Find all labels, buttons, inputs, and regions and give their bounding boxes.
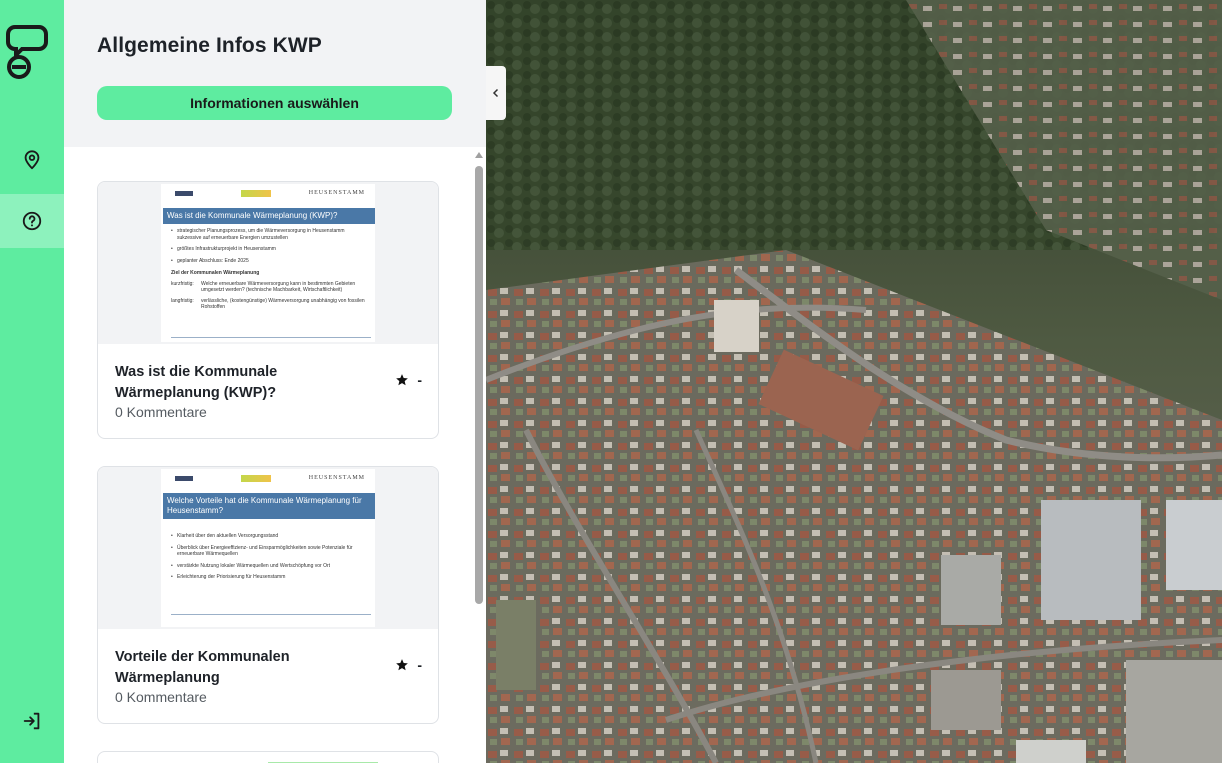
- sidebar-item-info[interactable]: [0, 194, 64, 248]
- scroll-up-arrow-icon[interactable]: [475, 152, 483, 158]
- rating-value: -: [417, 657, 422, 673]
- question-circle-icon: [22, 211, 42, 231]
- collapse-panel-button[interactable]: [486, 66, 506, 120]
- slide-header: Welche Vorteile hat die Kommunale Wärmep…: [163, 493, 375, 519]
- card-thumbnail: HEUSENSTAMM Was ist die Kommunale Wärmep…: [98, 182, 438, 344]
- sidebar-item-location[interactable]: [0, 133, 64, 187]
- sidebar-rail: [0, 0, 64, 763]
- page-title: Allgemeine Infos KWP: [97, 34, 322, 57]
- info-panel: Allgemeine Infos KWP Informationen auswä…: [64, 0, 486, 763]
- location-pin-icon: [24, 150, 40, 170]
- slide-preview: HEUSENSTAMM Was ist die Kommunale Wärmep…: [161, 184, 375, 342]
- sidebar-item-login[interactable]: [0, 694, 64, 748]
- card-title: Vorteile der Kommunalen Wärmeplanung: [115, 649, 290, 686]
- info-card[interactable]: [97, 751, 439, 763]
- comment-count: 0 Kommentare: [115, 689, 207, 705]
- chevron-left-icon: [492, 88, 499, 98]
- slide-header: Was ist die Kommunale Wärmeplanung (KWP)…: [163, 208, 375, 224]
- select-information-button[interactable]: Informationen auswählen: [97, 86, 452, 120]
- slide-preview: HEUSENSTAMM Welche Vorteile hat die Komm…: [161, 469, 375, 627]
- star-icon: [396, 659, 409, 671]
- speech-bubble-logo-icon: [6, 24, 48, 80]
- aerial-map-view[interactable]: [486, 0, 1222, 763]
- login-icon: [23, 712, 40, 730]
- card-rating[interactable]: -: [395, 372, 422, 388]
- card-thumbnail: HEUSENSTAMM Welche Vorteile hat die Komm…: [98, 467, 438, 629]
- comment-count: 0 Kommentare: [115, 404, 207, 420]
- info-card[interactable]: HEUSENSTAMM Was ist die Kommunale Wärmep…: [97, 181, 439, 439]
- star-icon: [396, 374, 409, 386]
- panel-header: Allgemeine Infos KWP Informationen auswä…: [64, 0, 486, 147]
- map-imagery: [486, 0, 1222, 763]
- card-title: Was ist die Kommunale Wärmeplanung (KWP)…: [115, 364, 278, 401]
- card-rating[interactable]: -: [395, 657, 422, 673]
- info-card[interactable]: HEUSENSTAMM Welche Vorteile hat die Komm…: [97, 466, 439, 724]
- rating-value: -: [417, 372, 422, 388]
- panel-scrollbar[interactable]: [474, 152, 484, 763]
- scroll-thumb[interactable]: [475, 166, 483, 604]
